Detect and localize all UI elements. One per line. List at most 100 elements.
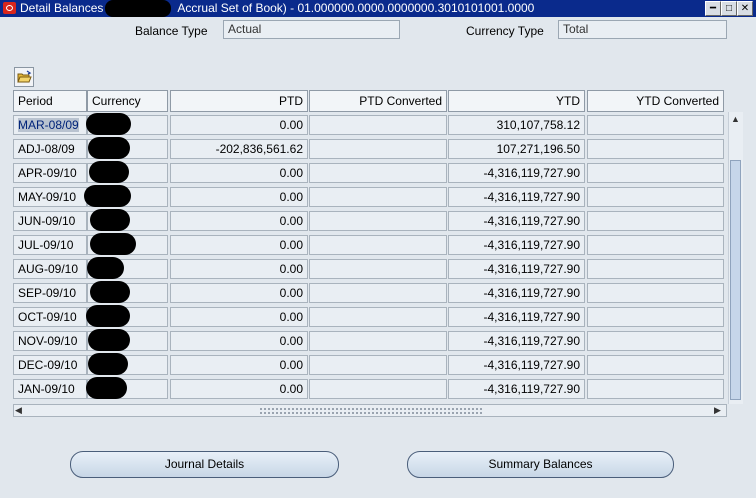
period-cell[interactable]: JAN-09/10 bbox=[13, 379, 87, 399]
ytd-converted-cell[interactable] bbox=[587, 139, 724, 159]
period-cell[interactable]: AUG-09/10 bbox=[13, 259, 87, 279]
ptd-converted-cell[interactable] bbox=[309, 163, 447, 183]
ptd-cell[interactable]: 0.00 bbox=[170, 331, 308, 351]
scroll-right-icon[interactable]: ▶ bbox=[714, 405, 721, 416]
redacted-currency-mark bbox=[87, 257, 124, 279]
ptd-converted-cell[interactable] bbox=[309, 259, 447, 279]
ptd-converted-cell[interactable] bbox=[309, 355, 447, 375]
minimize-icon[interactable]: ━ bbox=[705, 1, 721, 16]
ytd-cell[interactable]: 107,271,196.50 bbox=[448, 139, 585, 159]
ytd-converted-cell[interactable] bbox=[587, 259, 724, 279]
scroll-up-icon[interactable]: ▲ bbox=[731, 114, 740, 125]
column-header-period: Period bbox=[13, 90, 87, 112]
scroll-left-icon[interactable]: ◀ bbox=[15, 405, 22, 416]
balance-type-label: Balance Type bbox=[135, 24, 208, 38]
period-cell[interactable]: ADJ-08/09 bbox=[13, 139, 87, 159]
redacted-currency-mark bbox=[88, 329, 130, 351]
ytd-converted-cell[interactable] bbox=[587, 163, 724, 183]
ptd-converted-cell[interactable] bbox=[309, 235, 447, 255]
ptd-cell[interactable]: 0.00 bbox=[170, 283, 308, 303]
period-cell[interactable]: MAY-09/10 bbox=[13, 187, 87, 207]
redacted-currency-mark bbox=[88, 137, 130, 159]
redacted-currency-mark bbox=[84, 185, 131, 207]
ytd-cell[interactable]: 310,107,758.12 bbox=[448, 115, 585, 135]
oracle-logo-icon bbox=[3, 2, 16, 14]
ytd-converted-cell[interactable] bbox=[587, 235, 724, 255]
redacted-currency-mark bbox=[86, 377, 127, 399]
ptd-cell[interactable]: 0.00 bbox=[170, 259, 308, 279]
ytd-cell[interactable]: -4,316,119,727.90 bbox=[448, 331, 585, 351]
ptd-cell[interactable]: 0.00 bbox=[170, 355, 308, 375]
horizontal-scrollbar[interactable]: ◀ ▶ bbox=[13, 404, 727, 417]
ytd-cell[interactable]: -4,316,119,727.90 bbox=[448, 355, 585, 375]
ytd-cell[interactable]: -4,316,119,727.90 bbox=[448, 307, 585, 327]
redacted-currency-mark bbox=[89, 161, 129, 183]
ytd-cell[interactable]: -4,316,119,727.90 bbox=[448, 187, 585, 207]
ytd-cell[interactable]: -4,316,119,727.90 bbox=[448, 163, 585, 183]
column-header-currency: Currency bbox=[87, 90, 168, 112]
ytd-converted-cell[interactable] bbox=[587, 307, 724, 327]
ytd-converted-cell[interactable] bbox=[587, 211, 724, 231]
ytd-converted-cell[interactable] bbox=[587, 331, 724, 351]
window-titlebar: Detail Balances Accrual Set of Book) - 0… bbox=[0, 0, 756, 17]
journal-details-button[interactable]: Journal Details bbox=[70, 451, 339, 478]
redacted-currency-mark bbox=[90, 233, 136, 255]
ptd-cell[interactable]: 0.00 bbox=[170, 163, 308, 183]
ptd-cell[interactable]: 0.00 bbox=[170, 211, 308, 231]
redacted-currency-mark bbox=[90, 209, 130, 231]
close-icon[interactable]: ✕ bbox=[737, 1, 753, 16]
period-cell-selected-text: MAR-08/09 bbox=[18, 118, 79, 132]
column-header-ptd-converted: PTD Converted bbox=[309, 90, 447, 112]
column-header-ytd-converted: YTD Converted bbox=[587, 90, 724, 112]
vertical-scrollbar[interactable]: ▲ bbox=[728, 112, 743, 404]
ytd-converted-cell[interactable] bbox=[587, 355, 724, 375]
redacted-currency-mark bbox=[90, 281, 130, 303]
ptd-converted-cell[interactable] bbox=[309, 283, 447, 303]
ptd-converted-cell[interactable] bbox=[309, 115, 447, 135]
ptd-converted-cell[interactable] bbox=[309, 331, 447, 351]
period-cell[interactable]: DEC-09/10 bbox=[13, 355, 87, 375]
ytd-cell[interactable]: -4,316,119,727.90 bbox=[448, 283, 585, 303]
period-cell[interactable]: JUN-09/10 bbox=[13, 211, 87, 231]
redacted-currency-mark bbox=[86, 113, 131, 135]
period-cell[interactable]: APR-09/10 bbox=[13, 163, 87, 183]
ptd-converted-cell[interactable] bbox=[309, 139, 447, 159]
ptd-cell[interactable]: -202,836,561.62 bbox=[170, 139, 308, 159]
ptd-converted-cell[interactable] bbox=[309, 379, 447, 399]
ytd-converted-cell[interactable] bbox=[587, 379, 724, 399]
ptd-cell[interactable]: 0.00 bbox=[170, 115, 308, 135]
ptd-cell[interactable]: 0.00 bbox=[170, 307, 308, 327]
column-header-ytd: YTD bbox=[448, 90, 585, 112]
ytd-cell[interactable]: -4,316,119,727.90 bbox=[448, 379, 585, 399]
currency-type-label: Currency Type bbox=[466, 24, 544, 38]
period-cell[interactable]: MAR-08/09 bbox=[13, 115, 87, 135]
period-cell[interactable]: NOV-09/10 bbox=[13, 331, 87, 351]
ytd-converted-cell[interactable] bbox=[587, 115, 724, 135]
ptd-converted-cell[interactable] bbox=[309, 307, 447, 327]
ytd-cell[interactable]: -4,316,119,727.90 bbox=[448, 235, 585, 255]
ytd-converted-cell[interactable] bbox=[587, 187, 724, 207]
ptd-cell[interactable]: 0.00 bbox=[170, 187, 308, 207]
ptd-converted-cell[interactable] bbox=[309, 211, 447, 231]
ytd-cell[interactable]: -4,316,119,727.90 bbox=[448, 259, 585, 279]
ytd-cell[interactable]: -4,316,119,727.90 bbox=[448, 211, 585, 231]
ptd-cell[interactable]: 0.00 bbox=[170, 379, 308, 399]
redacted-title-portion bbox=[105, 0, 171, 17]
ptd-cell[interactable]: 0.00 bbox=[170, 235, 308, 255]
ptd-converted-cell[interactable] bbox=[309, 187, 447, 207]
redacted-currency-mark bbox=[86, 305, 130, 327]
window-title: Detail Balances Accrual Set of Book) - 0… bbox=[20, 1, 535, 15]
maximize-icon[interactable]: □ bbox=[721, 1, 737, 16]
currency-type-field[interactable]: Total bbox=[558, 20, 727, 39]
period-cell[interactable]: SEP-09/10 bbox=[13, 283, 87, 303]
open-folder-button[interactable] bbox=[14, 67, 34, 87]
vertical-scroll-thumb[interactable] bbox=[730, 160, 741, 400]
period-cell[interactable]: OCT-09/10 bbox=[13, 307, 87, 327]
horizontal-scroll-thumb[interactable] bbox=[259, 407, 484, 414]
period-cell[interactable]: JUL-09/10 bbox=[13, 235, 87, 255]
summary-balances-button[interactable]: Summary Balances bbox=[407, 451, 674, 478]
balance-type-field[interactable]: Actual bbox=[223, 20, 400, 39]
column-header-ptd: PTD bbox=[170, 90, 308, 112]
ytd-converted-cell[interactable] bbox=[587, 283, 724, 303]
open-folder-icon bbox=[17, 70, 32, 83]
